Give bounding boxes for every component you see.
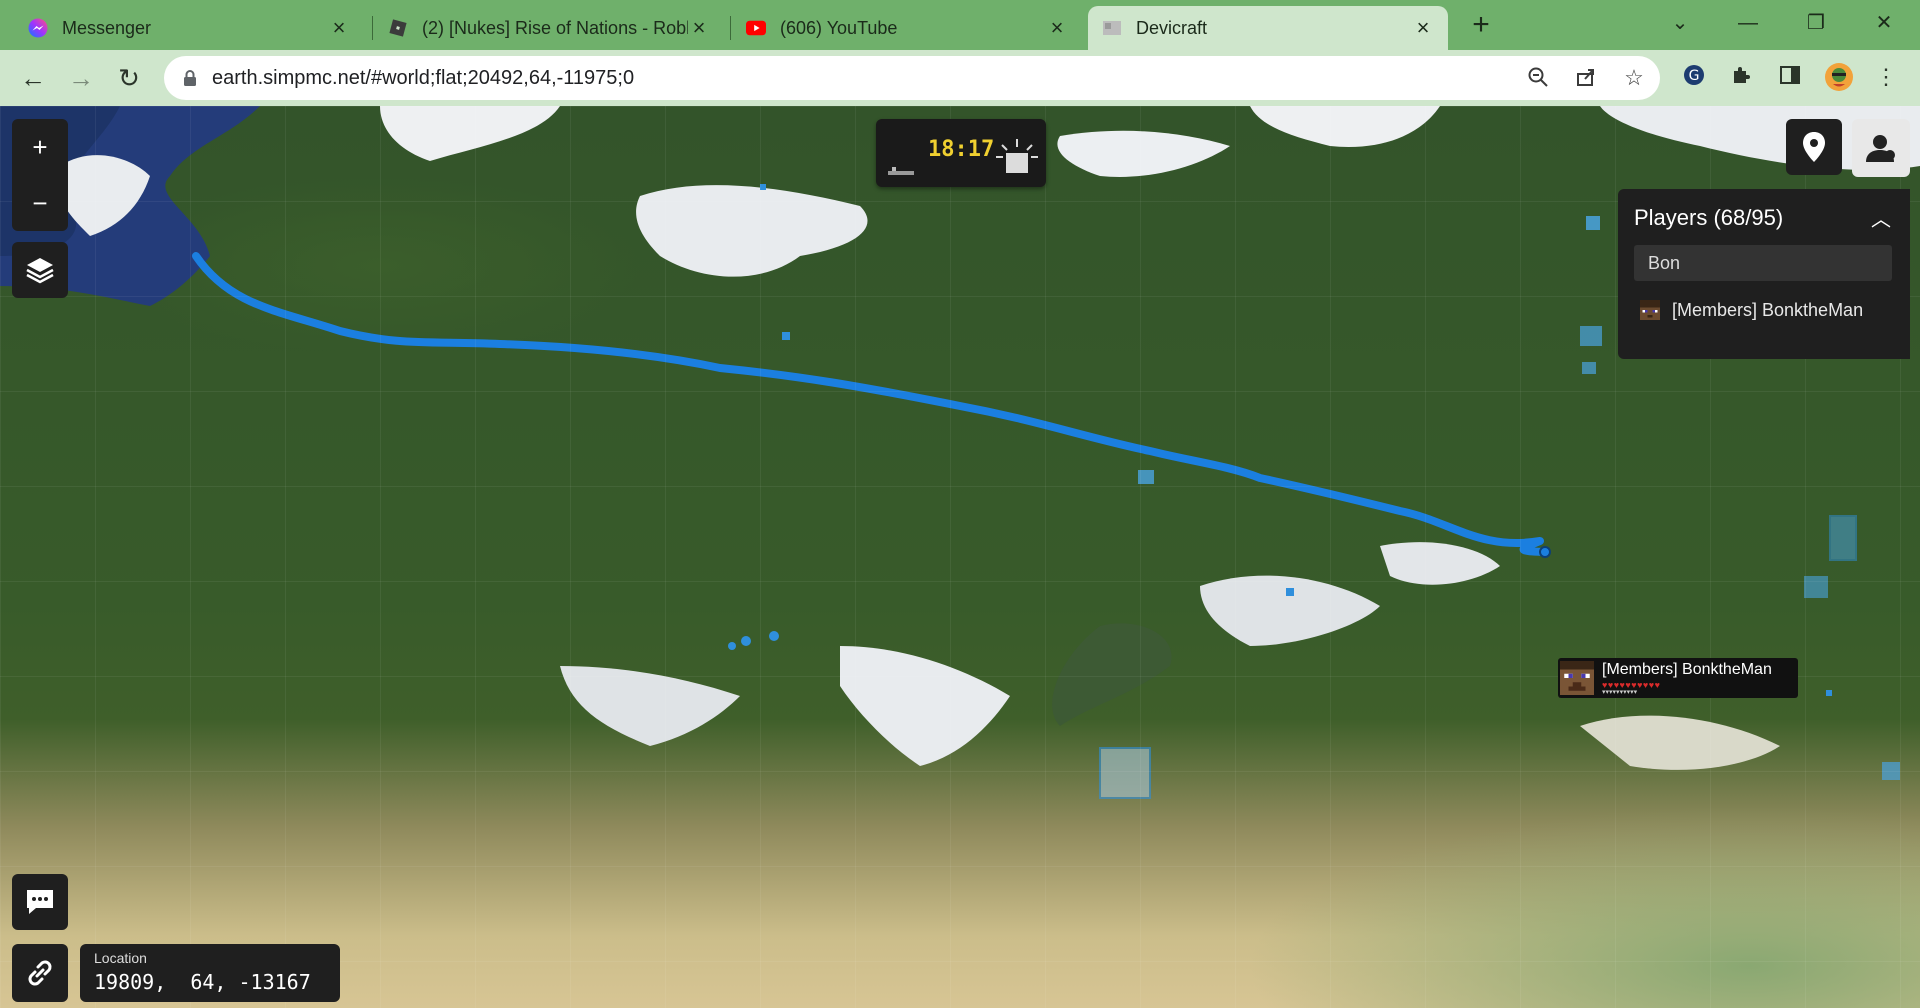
players-icon	[1866, 135, 1895, 162]
browser-menu-icon[interactable]: ⋮	[1872, 63, 1900, 91]
profile-avatar[interactable]	[1824, 62, 1853, 91]
youtube-icon	[746, 18, 766, 38]
new-tab-button[interactable]: +	[1466, 10, 1496, 41]
forward-button[interactable]: →	[66, 63, 96, 93]
restore-button[interactable]: ❐	[1796, 8, 1836, 38]
tab-messenger[interactable]: Messenger ×	[14, 6, 364, 50]
tab-title: (2) [Nukes] Rise of Nations - Roblox	[422, 17, 688, 38]
back-button[interactable]: ←	[18, 63, 48, 93]
bookmark-star-icon[interactable]: ☆	[1622, 66, 1646, 90]
zoom-controls: + −	[12, 119, 68, 231]
player-name: [Members] BonktheMan	[1672, 299, 1864, 320]
svg-text:G: G	[1689, 68, 1700, 84]
roblox-icon	[388, 18, 408, 38]
layers-icon	[26, 258, 54, 284]
chevron-up-icon[interactable]: ︿	[1868, 203, 1894, 231]
tab-devicraft[interactable]: Devicraft ×	[1088, 6, 1448, 50]
close-icon[interactable]: ×	[688, 17, 710, 39]
page-icon	[1102, 18, 1122, 38]
location-coords: 19809, 64, -13167	[94, 970, 311, 994]
share-icon[interactable]	[1574, 66, 1598, 90]
sun-icon	[996, 139, 1038, 173]
clock-time: 18:17	[928, 137, 995, 162]
browser-toolbar: ← → ↻ earth.simpmc.net/#world;flat;20492…	[0, 50, 1920, 106]
map-viewport[interactable]: + − 18:17 Players (68/95) ︿ Bon [Members…	[0, 106, 1920, 1008]
tab-separator	[372, 16, 373, 40]
tab-title: Messenger	[62, 17, 152, 38]
players-panel-title: Players (68/95)	[1634, 205, 1784, 230]
markers-button[interactable]	[1786, 119, 1842, 175]
lock-icon	[180, 68, 200, 88]
player-marker-label: [Members] BonktheMan	[1602, 661, 1772, 678]
close-window-button[interactable]: ✕	[1864, 8, 1904, 38]
close-icon[interactable]: ×	[328, 17, 350, 39]
messenger-icon	[28, 18, 48, 38]
side-panel-icon[interactable]	[1776, 63, 1804, 91]
tab-roblox[interactable]: (2) [Nukes] Rise of Nations - Roblox ×	[374, 6, 724, 50]
players-panel: Players (68/95) ︿ Bon [Members] BonktheM…	[1618, 189, 1910, 359]
extension-shield-icon[interactable]: G	[1680, 63, 1708, 91]
player-marker[interactable]: [Members] BonktheMan ♥♥♥♥♥♥♥♥♥♥ ▾▾▾▾▾▾▾▾…	[1558, 658, 1798, 698]
tab-strip: Messenger × (2) [Nukes] Rise of Nations …	[0, 0, 1920, 50]
tab-title: Devicraft	[1136, 17, 1208, 38]
world-clock: 18:17	[876, 119, 1046, 187]
address-bar[interactable]: earth.simpmc.net/#world;flat;20492,64,-1…	[164, 56, 1660, 100]
location-label: Location	[94, 950, 147, 966]
zoom-icon[interactable]	[1526, 66, 1550, 90]
tab-search-icon[interactable]: ⌄	[1660, 8, 1700, 38]
close-icon[interactable]: ×	[1412, 17, 1434, 39]
location-display: Location 19809, 64, -13167	[80, 944, 340, 1002]
player-head-icon	[1560, 661, 1594, 695]
zoom-in-button[interactable]: +	[12, 119, 68, 175]
player-armor-icons: ▾▾▾▾▾▾▾▾▾▾	[1602, 689, 1638, 696]
tab-title: (606) YouTube	[780, 17, 898, 38]
layers-button[interactable]	[12, 242, 68, 298]
minimize-button[interactable]: —	[1728, 8, 1768, 38]
chat-icon	[27, 890, 53, 914]
players-button[interactable]	[1852, 119, 1910, 177]
copy-link-button[interactable]	[12, 944, 68, 1002]
close-icon[interactable]: ×	[1046, 17, 1068, 39]
tab-separator	[730, 16, 731, 40]
zoom-out-button[interactable]: −	[12, 175, 68, 231]
reload-button[interactable]: ↻	[114, 63, 144, 93]
player-search-input[interactable]: Bon	[1634, 245, 1892, 281]
extensions-puzzle-icon[interactable]	[1728, 63, 1756, 91]
player-head-icon	[1640, 300, 1660, 320]
chat-button[interactable]	[12, 874, 68, 930]
link-icon	[28, 960, 52, 986]
player-list-item[interactable]: [Members] BonktheMan	[1634, 293, 1892, 327]
map-pin-icon	[1803, 132, 1825, 162]
tab-youtube[interactable]: (606) YouTube ×	[732, 6, 1082, 50]
url-text: earth.simpmc.net/#world;flat;20492,64,-1…	[212, 67, 635, 89]
moon-icon	[888, 167, 914, 175]
